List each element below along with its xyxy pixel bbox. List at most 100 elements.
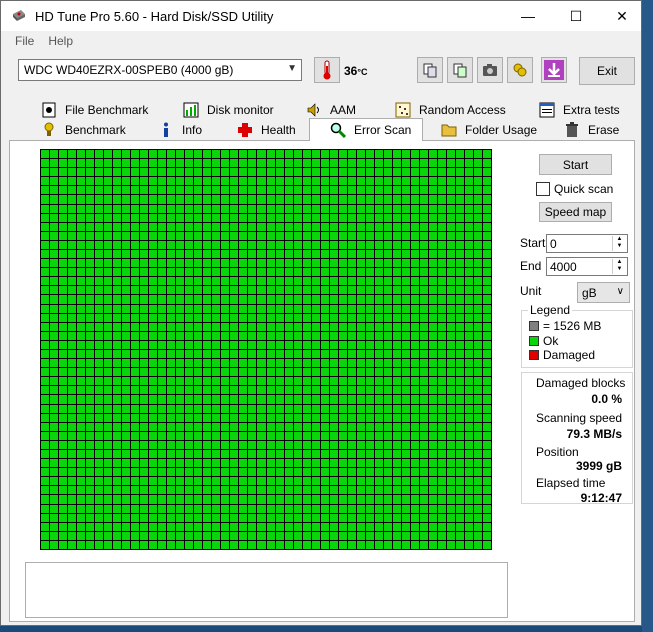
spin-down-icon[interactable]: ▼	[617, 266, 623, 273]
tab-aam[interactable]: AAM	[306, 100, 356, 120]
scan-block	[95, 522, 104, 531]
scan-block	[365, 531, 374, 540]
tab-disk-monitor[interactable]: Disk monitor	[183, 100, 274, 120]
scan-block	[140, 422, 149, 431]
scan-block	[212, 468, 221, 477]
scan-block	[158, 259, 167, 268]
start-scan-button[interactable]: Start	[539, 154, 612, 175]
scan-block	[329, 340, 338, 349]
scan-block	[239, 504, 248, 513]
scan-block	[383, 486, 392, 495]
unit-select[interactable]: gB ∨	[577, 282, 630, 303]
scan-block	[41, 177, 50, 186]
close-button[interactable]: ✕	[599, 1, 641, 31]
scan-block	[50, 495, 59, 504]
scan-block	[437, 159, 446, 168]
scan-block	[401, 340, 410, 349]
maximize-button[interactable]: ☐	[553, 1, 599, 31]
tab-extra-tests[interactable]: Extra tests	[539, 100, 620, 120]
scan-block	[302, 186, 311, 195]
menu-help[interactable]: Help	[48, 34, 73, 48]
scan-block	[212, 340, 221, 349]
scan-block	[311, 159, 320, 168]
tab-benchmark[interactable]: Benchmark	[41, 120, 126, 140]
tab-file-benchmark-label: File Benchmark	[65, 103, 149, 117]
scan-block	[356, 213, 365, 222]
scan-block	[293, 522, 302, 531]
scan-block	[473, 413, 482, 422]
scan-block	[212, 295, 221, 304]
scan-block	[113, 422, 122, 431]
end-spinner[interactable]: ▲ ▼	[612, 259, 626, 274]
scan-block	[176, 204, 185, 213]
scan-block	[437, 322, 446, 331]
scan-block	[113, 486, 122, 495]
tab-folder-usage[interactable]: Folder Usage	[441, 120, 537, 140]
save-button[interactable]	[541, 57, 567, 83]
scan-block	[104, 349, 113, 359]
tab-info[interactable]: Info	[158, 120, 202, 140]
scan-block	[122, 231, 131, 240]
spin-up-icon[interactable]: ▲	[617, 236, 623, 243]
scan-block	[113, 386, 122, 395]
scan-block	[221, 168, 230, 177]
scan-block	[473, 540, 482, 549]
scan-block	[311, 213, 320, 222]
scan-block	[482, 331, 491, 340]
end-input[interactable]: 4000 ▲ ▼	[546, 257, 628, 276]
scan-block	[464, 413, 473, 422]
scan-block	[185, 422, 194, 431]
scan-block	[410, 277, 419, 286]
start-spinner[interactable]: ▲ ▼	[612, 236, 626, 251]
screenshot-button[interactable]	[477, 57, 503, 83]
copy-all-button[interactable]	[447, 57, 473, 83]
spin-down-icon[interactable]: ▼	[617, 243, 623, 250]
scan-block	[104, 540, 113, 549]
scan-block	[248, 413, 257, 422]
scan-block	[455, 368, 464, 377]
scan-block	[158, 195, 167, 204]
scan-block	[230, 504, 239, 513]
spin-up-icon[interactable]: ▲	[617, 259, 623, 266]
tab-random-access[interactable]: Random Access	[395, 100, 506, 120]
scan-block	[473, 249, 482, 259]
scan-block	[365, 386, 374, 395]
scan-block	[302, 240, 311, 249]
scan-block	[419, 404, 428, 413]
tab-health[interactable]: Health	[237, 120, 296, 140]
quick-scan-checkbox[interactable]: Quick scan	[536, 182, 613, 196]
scan-block	[86, 513, 95, 522]
exit-button[interactable]: Exit	[579, 57, 635, 85]
tab-erase[interactable]: Erase	[564, 120, 619, 140]
scan-block	[446, 404, 455, 413]
copy-info-button[interactable]	[417, 57, 443, 83]
menu-file[interactable]: File	[15, 34, 34, 48]
tab-file-benchmark[interactable]: File Benchmark	[41, 100, 148, 120]
start-input[interactable]: 0 ▲ ▼	[546, 234, 628, 253]
scan-block	[167, 449, 176, 459]
scan-block	[320, 249, 329, 259]
scan-block	[167, 286, 176, 295]
scan-block	[329, 286, 338, 295]
options-button[interactable]	[507, 57, 533, 83]
scan-block	[230, 159, 239, 168]
scan-block	[212, 540, 221, 549]
scan-block	[356, 531, 365, 540]
tab-error-scan[interactable]: Error Scan	[309, 118, 423, 141]
minimize-button[interactable]: —	[505, 1, 551, 31]
scan-block	[266, 431, 275, 440]
scan-block	[113, 159, 122, 168]
scan-block	[275, 177, 284, 186]
quick-scan-checkbox-box[interactable]	[536, 182, 550, 196]
scan-block	[68, 504, 77, 513]
speed-map-button[interactable]: Speed map	[539, 202, 612, 222]
temperature-button[interactable]	[314, 57, 340, 83]
scan-block	[302, 340, 311, 349]
scan-block	[374, 213, 383, 222]
scan-block	[113, 504, 122, 513]
scan-block	[428, 340, 437, 349]
drive-select[interactable]: WDC WD40EZRX-00SPEB0 (4000 gB) ▼	[18, 59, 302, 81]
scan-block	[266, 331, 275, 340]
scan-block	[338, 413, 347, 422]
scan-block	[473, 486, 482, 495]
